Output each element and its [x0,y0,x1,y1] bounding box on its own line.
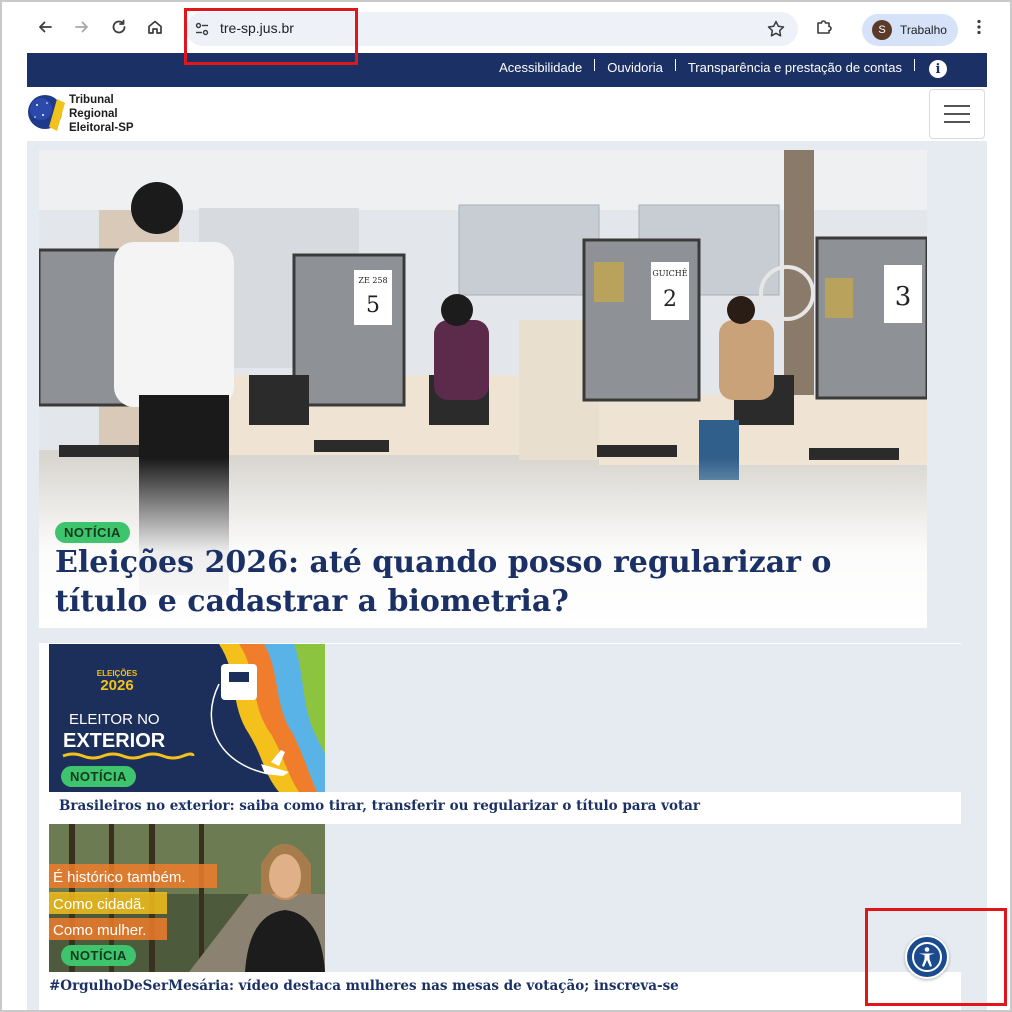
news-image[interactable]: ELEIÇÕES 2026 ELEITOR NO EXTERIOR NOTÍCI… [49,644,325,792]
booth-label: ZE 258 [358,276,387,285]
browser-toolbar: tre-sp.jus.br S Trabalho [4,4,1010,52]
image-line-2: EXTERIOR [63,730,166,752]
news-title[interactable]: #OrgulhoDeSerMesária: vídeo destaca mulh… [49,978,679,994]
image-line-1: É histórico também. [53,869,186,886]
tre-logo[interactable] [27,91,67,133]
image-brand-year: 2026 [100,677,133,694]
nav-link-transparency[interactable]: Transparência e prestação de contas [676,60,914,75]
highlight-box-url [184,8,358,65]
news-badge: NOTÍCIA [55,522,130,543]
image-line-3: Como mulher. [53,922,146,939]
booth-number: 2 [663,287,677,312]
nav-link-accessibility[interactable]: Acessibilidade [487,60,594,75]
hero-title[interactable]: Eleições 2026: até quando posso regulari… [55,543,925,621]
hamburger-icon[interactable] [929,89,985,139]
card-spacer [325,644,961,792]
news-title[interactable]: Brasileiros no exterior: saiba como tira… [59,798,700,814]
hero-news[interactable]: ZE 258 5 GUICHÊ 2 3 NOTÍCIA Eleições 202… [39,150,927,628]
avatar: S [872,20,892,40]
browser-window: tre-sp.jus.br S Trabalho Acessibilidade … [0,0,1012,1012]
top-navigation: Acessibilidade Ouvidoria Transparência e… [27,53,987,87]
star-icon[interactable] [766,19,786,39]
home-icon[interactable] [142,14,168,40]
puzzle-icon[interactable] [811,14,837,40]
booth-number: 5 [366,293,380,318]
booth-label: GUICHÊ [652,269,687,278]
forward-arrow-icon[interactable] [69,14,95,40]
news-list: ELEIÇÕES 2026 ELEITOR NO EXTERIOR NOTÍCI… [39,643,961,1010]
web-page: Acessibilidade Ouvidoria Transparência e… [27,53,987,1010]
nav-separator [914,58,915,71]
news-badge: NOTÍCIA [61,945,136,966]
reload-icon[interactable] [106,14,132,40]
nav-link-ombudsman[interactable]: Ouvidoria [595,60,675,75]
site-header: Tribunal Regional Eleitoral-SP [27,87,987,141]
image-line-1: ELEITOR NO [69,711,160,728]
kebab-menu-icon[interactable] [966,14,992,40]
info-icon[interactable]: i [929,60,947,78]
booth-number: 3 [895,282,912,312]
news-badge: NOTÍCIA [61,766,136,787]
image-line-2: Como cidadã. [53,896,146,913]
back-arrow-icon[interactable] [32,14,58,40]
profile-button[interactable]: S Trabalho [862,14,958,46]
logo-text[interactable]: Tribunal Regional Eleitoral-SP [69,93,134,135]
profile-name: Trabalho [900,23,947,37]
news-image[interactable]: É histórico também. Como cidadã. Como mu… [49,824,325,972]
highlight-box-accessibility [865,908,1007,1006]
